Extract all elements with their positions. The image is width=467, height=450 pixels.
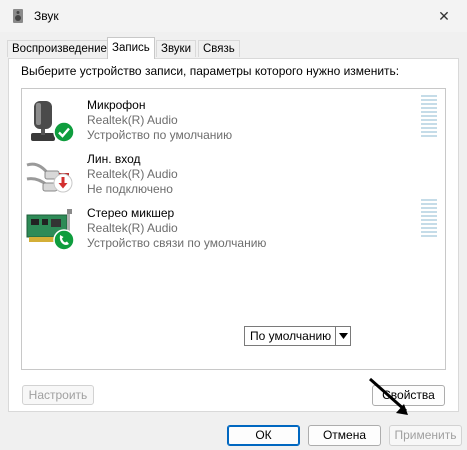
close-button[interactable]: ✕: [421, 0, 467, 32]
recording-panel: Выберите устройство записи, параметры ко…: [8, 58, 459, 412]
phone-badge-icon: [53, 229, 75, 251]
close-icon: ✕: [438, 7, 450, 24]
set-default-label: По умолчанию: [250, 329, 332, 343]
device-list[interactable]: Микрофон Realtek(R) Audio Устройство по …: [21, 88, 446, 370]
device-driver: Realtek(R) Audio: [87, 221, 178, 235]
tab-communications[interactable]: Связь: [198, 40, 240, 57]
tab-sounds[interactable]: Звуки: [156, 40, 197, 57]
title-bar: Звук ✕: [0, 0, 467, 32]
device-name: Лин. вход: [87, 152, 141, 166]
device-status: Не подключено: [87, 182, 173, 196]
check-badge-icon: [53, 121, 75, 143]
device-item-line-in[interactable]: Лин. вход Realtek(R) Audio Не подключено: [22, 149, 445, 201]
cancel-button[interactable]: Отмена: [308, 425, 381, 446]
cursor-arrow-icon: [369, 377, 408, 415]
device-driver: Realtek(R) Audio: [87, 113, 178, 127]
device-status: Устройство связи по умолчанию: [87, 236, 267, 250]
level-meter: [421, 95, 437, 139]
device-item-microphone[interactable]: Микрофон Realtek(R) Audio Устройство по …: [22, 95, 445, 147]
apply-button[interactable]: Применить: [389, 425, 462, 446]
device-item-stereo-mix[interactable]: Стерео микшер Realtek(R) Audio Устройств…: [22, 199, 445, 255]
instruction-text: Выберите устройство записи, параметры ко…: [21, 64, 400, 78]
device-name: Стерео микшер: [87, 206, 175, 220]
tab-playback[interactable]: Воспроизведение: [7, 40, 112, 57]
device-driver: Realtek(R) Audio: [87, 167, 178, 181]
ok-button[interactable]: ОК: [227, 425, 300, 446]
device-name: Микрофон: [87, 98, 146, 112]
configure-button[interactable]: Настроить: [22, 385, 94, 405]
level-meter: [421, 199, 437, 243]
set-default-dropdown[interactable]: По умолчанию: [244, 326, 351, 346]
tab-recording[interactable]: Запись: [107, 37, 155, 59]
dropdown-arrow-icon[interactable]: [335, 327, 350, 345]
device-status: Устройство по умолчанию: [87, 128, 233, 142]
speaker-app-icon: [13, 9, 23, 23]
window-title: Звук: [34, 9, 59, 23]
down-arrow-badge-icon: [53, 173, 73, 193]
